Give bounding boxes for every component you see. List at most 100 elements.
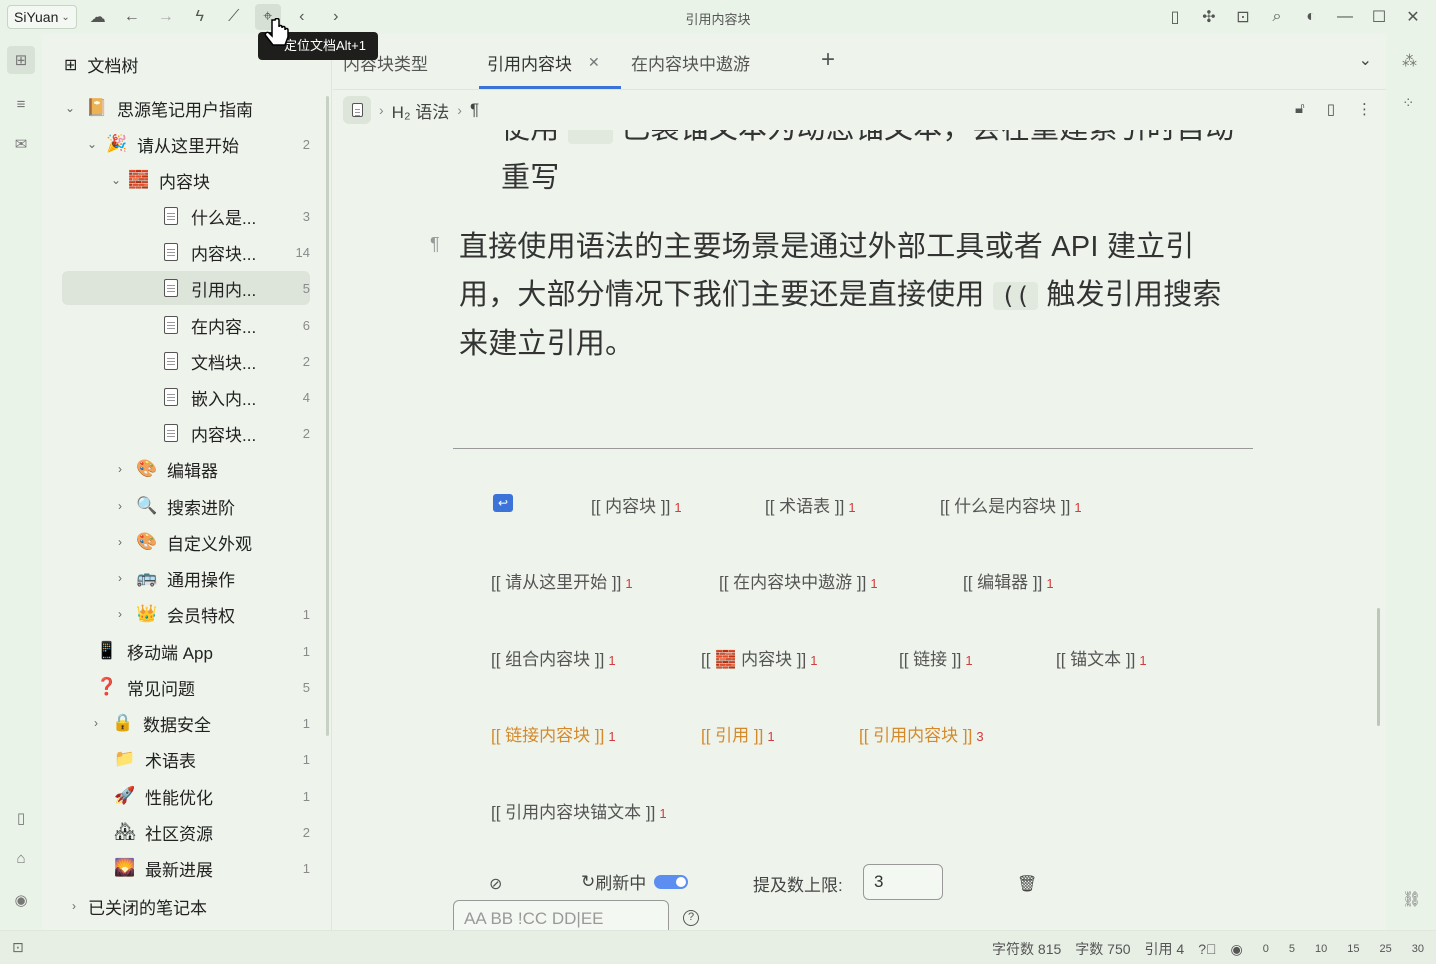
tree-item[interactable]: 内容块... 2 bbox=[62, 416, 310, 450]
editor-scrollbar[interactable] bbox=[1377, 608, 1380, 726]
chevron-right-icon[interactable]: › bbox=[66, 899, 82, 913]
breadcrumb-paragraph[interactable]: ¶ bbox=[470, 100, 479, 120]
dock-toggle-icon[interactable]: ⊡ bbox=[12, 939, 24, 956]
tree-item[interactable]: 📱 移动端 App 1 bbox=[62, 634, 310, 668]
tree-item[interactable]: 🌄 最新进展 1 bbox=[62, 851, 310, 885]
tree-item-selected[interactable]: 引用内... 5 bbox=[62, 271, 310, 305]
zoom-tick[interactable]: 10 bbox=[1315, 943, 1327, 955]
tree-item[interactable]: 文档块... 2 bbox=[62, 344, 310, 378]
chevron-right-icon[interactable]: › bbox=[112, 535, 128, 549]
refresh-toggle[interactable]: ↻ 刷新中 bbox=[581, 869, 689, 894]
chevron-right-icon[interactable]: › bbox=[112, 499, 128, 513]
help-icon[interactable]: ?⃝ bbox=[1198, 941, 1216, 957]
tag-link[interactable]: [[ 锚文本 ]] 1 bbox=[1056, 645, 1147, 670]
chevron-down-icon[interactable]: ⌄ bbox=[1359, 50, 1372, 70]
eye-off-icon[interactable]: ⊘ bbox=[489, 874, 502, 894]
filter-input[interactable]: AA BB !CC DD|EE bbox=[453, 900, 669, 930]
tree-item[interactable]: ⌄ 🎉 请从这里开始 2 bbox=[62, 127, 310, 161]
next-icon[interactable]: › bbox=[323, 4, 349, 30]
zoom-tick[interactable]: 25 bbox=[1380, 943, 1392, 955]
eye-icon[interactable]: ◉ bbox=[1231, 941, 1243, 958]
tree-item[interactable]: 内容块... 14 bbox=[62, 235, 310, 269]
graph-icon[interactable]: ⟋ bbox=[221, 4, 247, 30]
tag-link[interactable]: [[ 内容块 ]] 1 bbox=[591, 492, 682, 517]
limit-input[interactable]: 3 bbox=[863, 864, 943, 900]
tag-link[interactable]: [[ 链接 ]] 1 bbox=[899, 645, 973, 670]
breadcrumb-heading[interactable]: H₂ 语法 bbox=[392, 98, 450, 123]
tag-link-highlighted[interactable]: [[ 引用内容块 ]] 3 bbox=[859, 721, 984, 746]
tag-link[interactable]: [[ 术语表 ]] 1 bbox=[765, 492, 856, 517]
maximize-icon[interactable]: ☐ bbox=[1366, 4, 1392, 30]
tree-item[interactable]: ⌄ 🧱 内容块 bbox=[62, 163, 310, 197]
paragraph[interactable]: 直接使用语法的主要场景是通过外部工具或者 API 建立引 用，大部分情况下我们主… bbox=[459, 223, 1259, 368]
tag-link[interactable]: [[ 什么是内容块 ]] 1 bbox=[940, 492, 1082, 517]
tree-item[interactable]: › 🎨 自定义外观 bbox=[62, 525, 310, 559]
theme-icon[interactable]: ◐ bbox=[1298, 4, 1324, 30]
tree-item[interactable]: › 🎨 编辑器 bbox=[62, 452, 310, 486]
paragraph[interactable]: 使用 已装锚文本为动态锚文本，会在重建索引时自动 重写 bbox=[501, 130, 1234, 202]
workspace-menu-button[interactable]: SiYuan ⌄ bbox=[7, 5, 77, 29]
tree-item[interactable]: ❓ 常见问题 5 bbox=[62, 670, 310, 704]
lightning-icon[interactable]: ϟ bbox=[187, 4, 213, 30]
close-icon[interactable]: ✕ bbox=[1400, 4, 1426, 30]
document-icon[interactable]: ▯ bbox=[1327, 100, 1335, 118]
tree-item[interactable]: 🏘 社区资源 2 bbox=[62, 815, 310, 849]
terminal-icon[interactable]: ⊡ bbox=[1230, 4, 1256, 30]
tree-item[interactable]: › 🔒 数据安全 1 bbox=[62, 706, 310, 740]
prev-icon[interactable]: ‹ bbox=[289, 4, 315, 30]
tag-link[interactable]: [[ 请从这里开始 ]] 1 bbox=[491, 568, 633, 593]
tag-icon[interactable]: ⌂ bbox=[7, 844, 35, 872]
pilcrow-icon[interactable]: ¶ bbox=[430, 234, 440, 255]
tab-ref-block[interactable]: 引用内容块 ✕ bbox=[487, 34, 600, 90]
tree-item[interactable]: › 🔍 搜索进阶 bbox=[62, 489, 310, 523]
file-tree-icon[interactable]: ⊞ bbox=[7, 46, 35, 74]
minimize-icon[interactable]: — bbox=[1332, 4, 1358, 30]
add-tab-icon[interactable]: + bbox=[821, 46, 835, 74]
tag-link-highlighted[interactable]: [[ 链接内容块 ]] 1 bbox=[491, 721, 616, 746]
return-icon[interactable]: ↩ bbox=[493, 494, 513, 512]
chevron-right-icon[interactable]: › bbox=[112, 571, 128, 585]
tag-link[interactable]: [[ 组合内容块 ]] 1 bbox=[491, 645, 616, 670]
tree-item[interactable]: 在内容... 6 bbox=[62, 308, 310, 342]
chevron-right-icon[interactable]: › bbox=[88, 716, 104, 730]
bookmarks-icon[interactable]: ▯ bbox=[7, 804, 35, 832]
bookmark-icon[interactable]: ▯ bbox=[1162, 4, 1188, 30]
tree-item[interactable]: 什么是... 3 bbox=[62, 199, 310, 233]
back-icon[interactable]: ← bbox=[119, 4, 145, 30]
camera-icon[interactable]: ◉ bbox=[7, 886, 35, 914]
unlock-icon[interactable]: 🔓︎ bbox=[1295, 100, 1305, 118]
graph-icon[interactable]: ⁂ bbox=[1402, 52, 1417, 70]
cloud-sync-icon[interactable]: ☁ bbox=[85, 4, 111, 30]
close-icon[interactable]: ✕ bbox=[588, 54, 600, 71]
chevron-down-icon[interactable]: ⌄ bbox=[84, 137, 100, 151]
outline-icon[interactable]: ≡ bbox=[7, 90, 35, 118]
inbox-icon[interactable]: ✉ bbox=[7, 130, 35, 158]
editor[interactable]: 使用 已装锚文本为动态锚文本，会在重建索引时自动 重写 ¶ 直接使用语法的主要场… bbox=[333, 130, 1386, 930]
help-icon[interactable]: ? bbox=[683, 910, 699, 926]
tree-closed-notebooks[interactable]: › 已关闭的笔记本 bbox=[62, 889, 310, 923]
tree-notebook[interactable]: ⌄ 📔 思源笔记用户指南 bbox=[62, 91, 310, 125]
zoom-tick[interactable]: 30 bbox=[1412, 943, 1424, 955]
tag-link[interactable]: [[ 引用内容块锚文本 ]] 1 bbox=[491, 798, 667, 823]
global-graph-icon[interactable]: ⁘ bbox=[1402, 94, 1415, 112]
zoom-tick[interactable]: 5 bbox=[1289, 943, 1295, 955]
tree-item[interactable]: › 🚌 通用操作 bbox=[62, 561, 310, 595]
tree-scrollbar[interactable] bbox=[326, 96, 329, 736]
more-icon[interactable]: ⋮ bbox=[1357, 100, 1372, 118]
trash-icon[interactable]: 🗑︎ bbox=[1017, 874, 1037, 894]
tag-link[interactable]: [[ 编辑器 ]] 1 bbox=[963, 568, 1054, 593]
link-icon[interactable]: ⛓ bbox=[1402, 890, 1421, 908]
chevron-right-icon[interactable]: › bbox=[112, 462, 128, 476]
zoom-tick[interactable]: 0 bbox=[1263, 943, 1269, 955]
plugin-icon[interactable]: ✣ bbox=[1196, 4, 1222, 30]
search-icon[interactable]: ⌕ bbox=[1264, 4, 1290, 30]
tab-roam-blocks[interactable]: 在内容块中遨游 bbox=[631, 34, 750, 90]
chevron-right-icon[interactable]: › bbox=[112, 607, 128, 621]
zoom-tick[interactable]: 15 bbox=[1347, 943, 1359, 955]
tree-item[interactable]: 嵌入内... 4 bbox=[62, 380, 310, 414]
tree-item[interactable]: 📁 术语表 1 bbox=[62, 742, 310, 776]
chevron-down-icon[interactable]: ⌄ bbox=[62, 101, 78, 115]
tag-link[interactable]: [[ 在内容块中遨游 ]] 1 bbox=[719, 568, 878, 593]
toggle-switch[interactable] bbox=[654, 874, 689, 889]
forward-icon[interactable]: → bbox=[153, 4, 179, 30]
